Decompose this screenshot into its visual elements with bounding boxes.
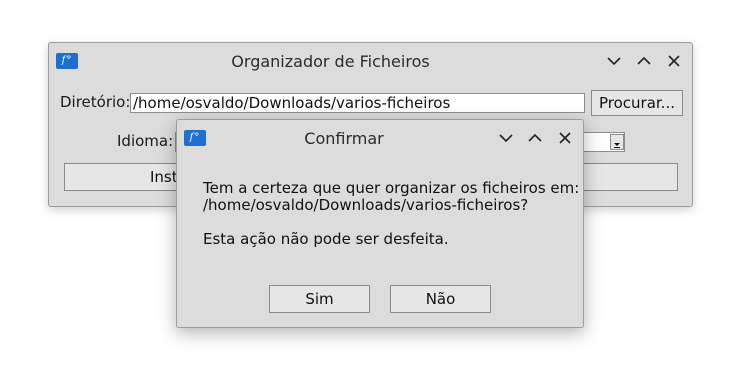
- dialog-warning: Esta ação não pode ser desfeita.: [203, 230, 449, 248]
- close-icon[interactable]: [555, 128, 575, 148]
- main-window-title: Organizador de Ficheiros: [231, 52, 430, 71]
- maximize-icon[interactable]: [525, 128, 545, 148]
- yes-button[interactable]: Sim: [269, 285, 370, 313]
- no-button[interactable]: Não: [390, 285, 491, 313]
- combo-arrow-icon[interactable]: [610, 134, 624, 150]
- minimize-icon[interactable]: [496, 128, 516, 148]
- close-icon[interactable]: [664, 51, 684, 71]
- dialog-title: Confirmar: [304, 129, 384, 148]
- dialog-message-line2: /home/osvaldo/Downloads/varios-ficheiros…: [203, 196, 529, 214]
- browse-button[interactable]: Procurar...: [591, 90, 683, 116]
- app-icon: f°: [184, 130, 206, 146]
- main-titlebar[interactable]: f° Organizador de Ficheiros: [49, 43, 692, 79]
- app-icon: f°: [56, 53, 78, 69]
- dialog-message-line1: Tem a certeza que quer organizar os fich…: [203, 179, 580, 197]
- minimize-icon[interactable]: [604, 51, 624, 71]
- language-label: Idioma:: [117, 132, 174, 150]
- directory-input[interactable]: /home/osvaldo/Downloads/varios-ficheiros: [130, 93, 585, 113]
- confirm-dialog: f° Confirmar Tem a certeza que quer orga…: [176, 119, 584, 328]
- directory-label: Diretório:: [60, 93, 131, 111]
- dialog-titlebar[interactable]: f° Confirmar: [177, 120, 583, 156]
- maximize-icon[interactable]: [634, 51, 654, 71]
